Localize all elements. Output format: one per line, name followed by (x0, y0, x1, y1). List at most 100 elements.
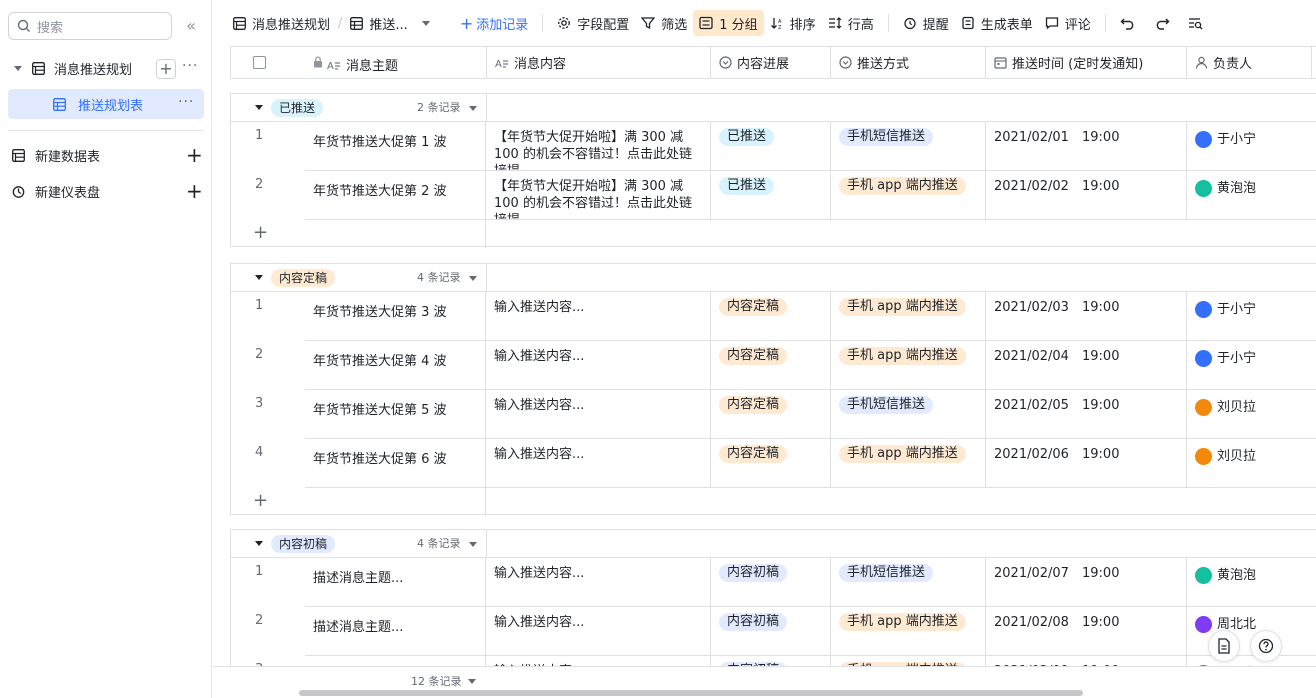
plus-icon[interactable]: + (186, 143, 203, 167)
view-selector[interactable]: 推送... (344, 10, 435, 36)
caret-down-icon[interactable] (468, 677, 476, 685)
group-header[interactable]: 已推送 2 条记录 (231, 94, 1316, 122)
search-input[interactable]: 搜索 (8, 12, 172, 40)
method-cell[interactable]: 手机短信推送 (831, 390, 986, 439)
content-cell[interactable]: 【年货节大促开始啦】满 300 减 100 的机会不容错过！点击此处链接提... (486, 122, 711, 171)
time-cell[interactable]: 2021/02/07 19:00 (986, 558, 1187, 607)
time-cell[interactable]: 2021/02/04 19:00 (986, 341, 1187, 390)
caret-down-icon[interactable] (255, 103, 263, 111)
caret-down-icon[interactable] (255, 273, 263, 281)
content-cell[interactable]: 【年货节大促开始啦】满 300 减 100 的机会不容错过！点击此处链接提... (486, 171, 711, 220)
subject-cell[interactable]: 年货节推送大促第 6 波 (305, 439, 486, 488)
caret-down-icon[interactable] (469, 104, 477, 112)
undo-button[interactable] (1114, 10, 1148, 36)
horizontal-scrollbar[interactable] (299, 690, 1083, 696)
owner-cell[interactable]: 于小宁 (1187, 341, 1316, 390)
select-all-checkbox[interactable]: A 消息主题 (231, 47, 486, 78)
caret-down-icon[interactable] (469, 274, 477, 282)
group-header[interactable]: 内容定稿 4 条记录 (231, 264, 1316, 292)
table-row[interactable]: 1 描述消息主题... 输入推送内容... 内容初稿 手机短信推送 2021/02/07 1… (231, 558, 1316, 607)
generate-form-button[interactable]: 生成表单 (955, 10, 1039, 36)
subject-cell[interactable]: 年货节推送大促第 3 波 (305, 292, 486, 341)
owner-cell[interactable]: 黄泡泡 (1187, 558, 1316, 607)
column-header-time[interactable]: 推送时间 (定时发通知) (986, 47, 1187, 78)
content-cell[interactable]: 输入推送内容... (486, 558, 711, 607)
group-button[interactable]: 1 分组 (693, 10, 764, 36)
time-cell[interactable]: 2021/02/0919:00 (986, 656, 1187, 666)
owner-cell[interactable]: 刘贝拉 (1187, 390, 1316, 439)
new-dashboard-button[interactable]: 新建仪表盘 + (0, 176, 212, 206)
method-cell[interactable]: 手机 app 端内推送 (831, 171, 986, 220)
time-cell[interactable]: 2021/02/08 19:00 (986, 607, 1187, 656)
table-row[interactable]: 1 年货节推送大促第 1 波【年货节大促开始啦】满 300 减 100 的机会不容… (231, 122, 1316, 171)
subject-cell[interactable]: 描述消息主题... (305, 607, 486, 656)
subject-cell[interactable]: 年货节推送大促第 1 波 (305, 122, 486, 171)
collapse-sidebar-icon[interactable]: « (180, 16, 202, 36)
subject-cell[interactable]: 年货节推送大促第 4 波 (305, 341, 486, 390)
time-cell[interactable]: 2021/02/03 19:00 (986, 292, 1187, 341)
redo-button[interactable] (1148, 10, 1182, 36)
content-cell[interactable]: 输入推送内容... (486, 607, 711, 656)
status-cell[interactable]: 内容定稿 (711, 341, 831, 390)
table-row[interactable]: 2 年货节推送大促第 4 波输入推送内容... 内容定稿 手机 app 端内推送 202… (231, 341, 1316, 390)
status-cell[interactable]: 内容定稿 (711, 390, 831, 439)
method-cell[interactable]: 手机短信推送 (831, 558, 986, 607)
column-header-method[interactable]: 推送方式 (831, 47, 986, 78)
status-cell[interactable]: 已推送 (711, 122, 831, 171)
checkbox-icon[interactable] (253, 56, 266, 69)
method-cell[interactable]: 手机 app 端内推送 (831, 292, 986, 341)
field-config-button[interactable]: 字段配置 (551, 10, 635, 36)
table-row[interactable]: 1 年货节推送大促第 3 波输入推送内容... 内容定稿 手机 app 端内推送 202… (231, 292, 1316, 341)
add-record-button[interactable]: + 添加记录 (454, 10, 534, 36)
table-row[interactable]: 2 描述消息主题... 输入推送内容... 内容初稿 手机 app 端内推送 2021/0… (231, 607, 1316, 656)
add-row-button[interactable]: + (231, 220, 486, 248)
owner-cell[interactable]: 刘贝拉 (1187, 439, 1316, 488)
row-height-button[interactable]: 行高 (822, 10, 880, 36)
content-cell[interactable]: 输入推送内容... (486, 439, 711, 488)
plus-icon[interactable]: + (186, 179, 203, 203)
owner-cell[interactable]: 于小宁 (1187, 656, 1316, 666)
find-button[interactable] (1182, 10, 1216, 36)
method-cell[interactable]: 手机 app 端内推送 (831, 656, 986, 666)
time-cell[interactable]: 2021/02/06 19:00 (986, 439, 1187, 488)
column-header-subject[interactable]: A 消息主题 (327, 55, 398, 74)
caret-down-icon[interactable] (14, 64, 22, 72)
owner-cell[interactable]: 黄泡泡 (1187, 171, 1316, 220)
content-cell[interactable]: 输入推送内容... (486, 390, 711, 439)
new-table-button[interactable]: 新建数据表 + (0, 140, 212, 170)
remind-button[interactable]: 提醒 (897, 10, 955, 36)
time-cell[interactable]: 2021/02/01 19:00 (986, 122, 1187, 171)
sidebar-item-table[interactable]: 推送规划表 ··· (8, 89, 204, 119)
subject-cell[interactable]: 描述消息主题... (305, 656, 486, 666)
caret-down-icon[interactable] (255, 539, 263, 547)
status-cell[interactable]: 内容初稿 (711, 656, 831, 666)
more-icon[interactable]: ··· (182, 58, 198, 74)
sort-button[interactable]: AZ 排序 (764, 10, 822, 36)
owner-cell[interactable]: 于小宁 (1187, 122, 1316, 171)
time-cell[interactable]: 2021/02/02 19:00 (986, 171, 1187, 220)
status-cell[interactable]: 内容初稿 (711, 607, 831, 656)
method-cell[interactable]: 手机 app 端内推送 (831, 439, 986, 488)
method-cell[interactable]: 手机 app 端内推送 (831, 607, 986, 656)
group-header[interactable]: 内容初稿 4 条记录 (231, 530, 1316, 558)
breadcrumb-base[interactable]: 消息推送规划 (227, 10, 336, 36)
comment-button[interactable]: 评论 (1039, 10, 1097, 36)
table-row[interactable]: 3描述消息主题...输入推送内容...内容初稿手机 app 端内推送2021/0… (231, 656, 1316, 666)
status-cell[interactable]: 内容定稿 (711, 292, 831, 341)
column-header-content[interactable]: A 消息内容 (486, 47, 711, 78)
filter-button[interactable]: 筛选 (635, 10, 693, 36)
method-cell[interactable]: 手机 app 端内推送 (831, 341, 986, 390)
add-row-button[interactable]: + (231, 488, 486, 516)
subject-cell[interactable]: 描述消息主题... (305, 558, 486, 607)
help-button[interactable] (1250, 630, 1282, 662)
column-header-owner[interactable]: 负责人 (1187, 47, 1312, 78)
table-row[interactable]: 2 年货节推送大促第 2 波【年货节大促开始啦】满 300 减 100 的机会不容… (231, 171, 1316, 220)
subject-cell[interactable]: 年货节推送大促第 5 波 (305, 390, 486, 439)
more-icon[interactable]: ··· (178, 94, 194, 110)
document-button[interactable] (1208, 630, 1240, 662)
caret-down-icon[interactable] (469, 540, 477, 548)
subject-cell[interactable]: 年货节推送大促第 2 波 (305, 171, 486, 220)
table-row[interactable]: 4 年货节推送大促第 6 波输入推送内容... 内容定稿 手机 app 端内推送 202… (231, 439, 1316, 488)
method-cell[interactable]: 手机短信推送 (831, 122, 986, 171)
column-header-status[interactable]: 内容进展 (711, 47, 831, 78)
